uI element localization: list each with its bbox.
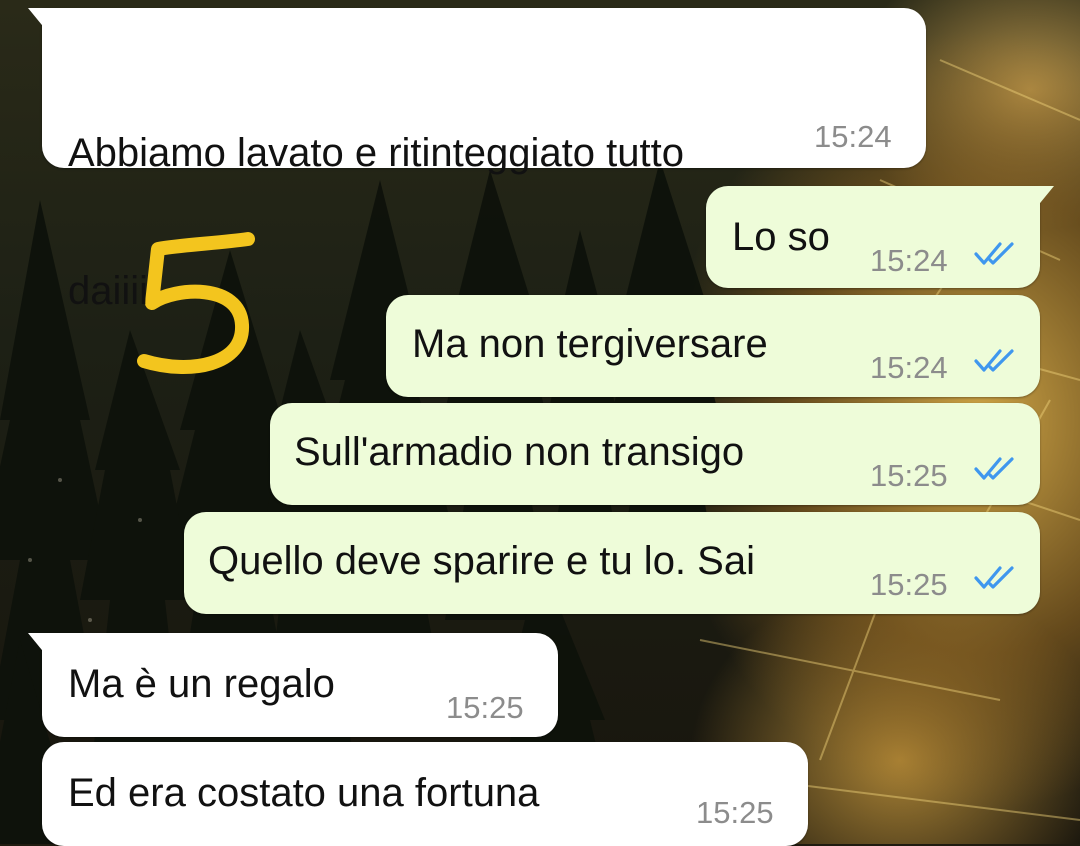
message-text: Lo so: [732, 215, 830, 259]
message-timestamp: 15:25: [870, 458, 948, 493]
outgoing-message-bubble[interactable]: Sull'armadio non transigo 15:25: [270, 403, 1040, 505]
double-check-read-icon: [974, 457, 1014, 480]
message-timestamp: 15:25: [446, 690, 524, 725]
message-timestamp: 15:24: [870, 350, 948, 385]
message-text: Quello deve sparire e tu lo. Sai: [208, 539, 755, 583]
message-timestamp: 15:25: [696, 795, 774, 830]
message-text: Sull'armadio non transigo: [294, 430, 745, 474]
double-check-read-icon: [974, 566, 1014, 589]
incoming-message-bubble[interactable]: Ed era costato una fortuna 15:25: [42, 742, 808, 846]
message-timestamp: 15:24: [814, 119, 892, 154]
bubble-tail-icon: [1024, 186, 1054, 208]
message-text: Ma non tergiversare: [412, 322, 768, 366]
outgoing-message-bubble[interactable]: Ma non tergiversare 15:24: [386, 295, 1040, 397]
incoming-message-bubble[interactable]: Ma è un regalo 15:25: [28, 633, 558, 737]
outgoing-message-bubble[interactable]: Lo so 15:24: [706, 186, 1054, 288]
bubble-tail-icon: [28, 633, 46, 655]
message-text: Ed era costato una fortuna: [68, 771, 540, 815]
double-check-read-icon: [974, 242, 1014, 265]
message-timestamp: 15:25: [870, 567, 948, 602]
outgoing-message-bubble[interactable]: Quello deve sparire e tu lo. Sai 15:25: [184, 512, 1040, 614]
bubble-tail-icon: [28, 8, 58, 32]
message-timestamp: 15:24: [870, 243, 948, 278]
message-text: Ma è un regalo: [68, 662, 335, 706]
incoming-message-bubble[interactable]: Abbiamo lavato e ritinteggiato tutto dai…: [28, 8, 926, 313]
double-check-read-icon: [974, 349, 1014, 372]
